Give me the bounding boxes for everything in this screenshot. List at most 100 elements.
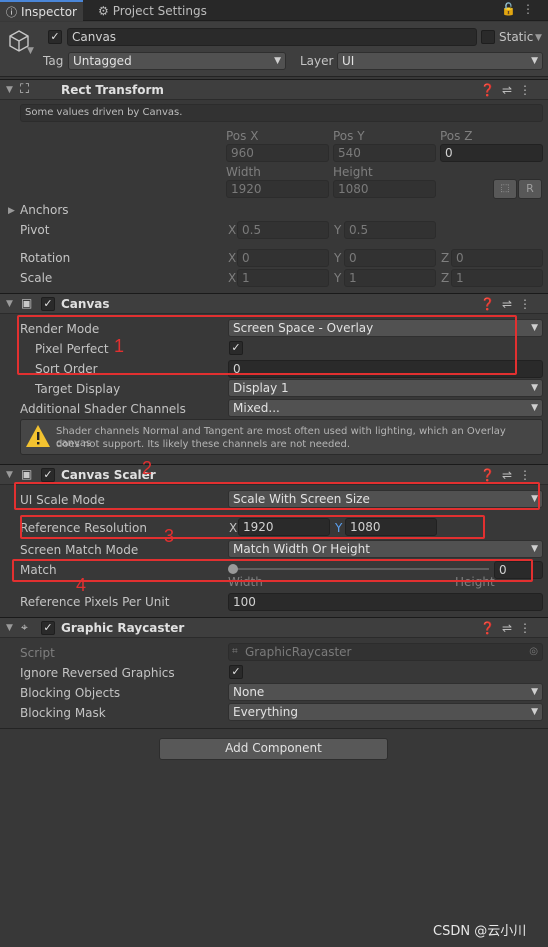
- tab-bar: ⓘ Inspector ⚙ Project Settings 🔓⋮: [0, 0, 548, 21]
- help-icon[interactable]: ❓: [480, 297, 502, 311]
- rotation-z-field[interactable]: 0: [451, 249, 543, 267]
- shader-channels-dropdown[interactable]: Mixed... ▼: [228, 399, 543, 417]
- raw-edit-button[interactable]: R: [518, 179, 542, 199]
- scale-x-axis-label: X: [228, 271, 237, 285]
- chevron-down-icon: ▼: [274, 56, 281, 66]
- rect-transform-icon: ⛶: [20, 82, 30, 97]
- scale-z-axis-label: Z: [441, 271, 450, 285]
- rect-transform-title: Rect Transform: [61, 83, 164, 97]
- blocking-objects-label: Blocking Objects: [20, 686, 121, 700]
- canvas-scaler-icon: ▣: [21, 467, 33, 481]
- rotation-x-field[interactable]: 0: [237, 249, 329, 267]
- context-menu-icon[interactable]: ⋮: [519, 468, 538, 482]
- component-header-icons: ❓⇌⋮: [480, 83, 538, 97]
- blocking-mask-dropdown[interactable]: Everything ▼: [228, 703, 543, 721]
- chevron-down-icon: ▼: [531, 403, 538, 413]
- tab-inspector-label: Inspector: [21, 4, 77, 19]
- tag-label: Tag: [43, 54, 64, 68]
- pivot-y-axis-label: Y: [334, 223, 342, 237]
- target-display-dropdown[interactable]: Display 1 ▼: [228, 379, 543, 397]
- rotation-y-field[interactable]: 0: [344, 249, 436, 267]
- preset-icon[interactable]: ⇌: [502, 83, 519, 97]
- tab-project-settings[interactable]: ⚙ Project Settings: [92, 0, 213, 21]
- canvas-header[interactable]: ▼ ▣ ✓ Canvas ❓⇌⋮: [0, 293, 548, 314]
- active-toggle-checkbox[interactable]: ✓: [48, 30, 62, 44]
- shader-channels-warning: Shader channels Normal and Tangent are m…: [20, 419, 543, 455]
- scale-y-field[interactable]: 1: [344, 269, 436, 287]
- blocking-objects-dropdown[interactable]: None ▼: [228, 683, 543, 701]
- lock-icon[interactable]: 🔓: [501, 2, 522, 16]
- target-display-label: Target Display: [35, 382, 121, 396]
- blocking-objects-value: None: [233, 685, 265, 699]
- height-field[interactable]: 1080: [333, 180, 436, 198]
- pos-y-label: Pos Y: [333, 129, 365, 143]
- help-icon[interactable]: ❓: [480, 468, 502, 482]
- chevron-down-icon: ▼: [531, 56, 538, 66]
- pos-z-field[interactable]: 0: [440, 144, 543, 162]
- add-component-button[interactable]: Add Component: [159, 738, 388, 760]
- menu-kebab-icon[interactable]: ⋮: [522, 2, 540, 16]
- pos-x-field[interactable]: 960: [226, 144, 329, 162]
- scale-y-axis-label: Y: [334, 271, 342, 285]
- gear-icon: ⚙: [98, 3, 109, 18]
- preset-icon[interactable]: ⇌: [502, 297, 519, 311]
- static-checkbox[interactable]: [481, 30, 495, 44]
- width-field[interactable]: 1920: [226, 180, 329, 198]
- rotation-label: Rotation: [20, 251, 71, 265]
- tab-project-settings-label: Project Settings: [112, 3, 207, 18]
- canvas-scaler-enabled-checkbox[interactable]: ✓: [41, 468, 55, 482]
- tag-dropdown[interactable]: Untagged ▼: [68, 52, 286, 70]
- screen-match-mode-dropdown[interactable]: Match Width Or Height ▼: [228, 540, 543, 558]
- foldout-arrow-icon[interactable]: ▼: [6, 85, 13, 95]
- graphic-raycaster-header[interactable]: ▼ ⌖ ✓ Graphic Raycaster ❓⇌⋮: [0, 617, 548, 638]
- chevron-down-icon: ▼: [531, 544, 538, 554]
- annotation-box-1: [17, 315, 517, 375]
- blueprint-mode-button[interactable]: ⬚: [493, 179, 517, 199]
- scale-z-field[interactable]: 1: [451, 269, 543, 287]
- driven-values-note: Some values driven by Canvas.: [20, 104, 543, 122]
- context-menu-icon[interactable]: ⋮: [519, 621, 538, 635]
- foldout-arrow-icon[interactable]: ▼: [6, 299, 13, 309]
- ignore-reversed-checkbox[interactable]: ✓: [229, 665, 243, 679]
- chevron-down-icon: ▼: [531, 323, 538, 333]
- annotation-number-1: 1: [114, 336, 125, 356]
- layer-value: UI: [342, 54, 355, 68]
- foldout-arrow-icon[interactable]: ▼: [6, 470, 13, 480]
- tab-inspector[interactable]: ⓘ Inspector: [0, 0, 83, 21]
- pos-y-field[interactable]: 540: [333, 144, 436, 162]
- annotation-number-2: 2: [142, 458, 153, 478]
- graphic-raycaster-enabled-checkbox[interactable]: ✓: [41, 621, 55, 635]
- context-menu-icon[interactable]: ⋮: [519, 297, 538, 311]
- object-name-input[interactable]: Canvas: [67, 28, 477, 46]
- static-dropdown-caret-icon[interactable]: ▼: [535, 33, 542, 43]
- chevron-down-icon: ▼: [531, 687, 538, 697]
- scale-x-field[interactable]: 1: [237, 269, 329, 287]
- scale-label: Scale: [20, 271, 53, 285]
- shader-channels-value: Mixed...: [233, 401, 280, 415]
- static-label: Static: [499, 30, 534, 44]
- script-field[interactable]: ⌗ GraphicRaycaster ◎: [228, 643, 543, 661]
- icon-dropdown-caret-icon[interactable]: ▼: [27, 46, 34, 56]
- object-header: ▼ ✓ Canvas Static ▼ Tag Untagged ▼ Layer…: [0, 22, 548, 77]
- annotation-number-4: 4: [76, 575, 87, 595]
- help-icon[interactable]: ❓: [480, 83, 502, 97]
- graphic-raycaster-title: Graphic Raycaster: [61, 621, 185, 635]
- ref-pixels-per-unit-field[interactable]: 100: [228, 593, 543, 611]
- preset-icon[interactable]: ⇌: [502, 468, 519, 482]
- object-picker-icon[interactable]: ◎: [529, 644, 538, 660]
- context-menu-icon[interactable]: ⋮: [519, 83, 538, 97]
- target-display-value: Display 1: [233, 381, 289, 395]
- pivot-y-field[interactable]: 0.5: [344, 221, 436, 239]
- anchors-label[interactable]: Anchors: [20, 203, 69, 217]
- canvas-enabled-checkbox[interactable]: ✓: [41, 297, 55, 311]
- rect-transform-header[interactable]: ▼ ⛶ Rect Transform ❓⇌⋮: [0, 79, 548, 100]
- script-icon: ⌗: [232, 646, 238, 657]
- foldout-arrow-icon[interactable]: ▼: [6, 623, 13, 633]
- layer-dropdown[interactable]: UI ▼: [337, 52, 543, 70]
- anchors-foldout-icon[interactable]: ▶: [8, 206, 15, 216]
- help-icon[interactable]: ❓: [480, 621, 502, 635]
- preset-icon[interactable]: ⇌: [502, 621, 519, 635]
- annotation-box-4: [12, 559, 533, 582]
- pivot-x-field[interactable]: 0.5: [237, 221, 329, 239]
- pivot-x-axis-label: X: [228, 223, 237, 237]
